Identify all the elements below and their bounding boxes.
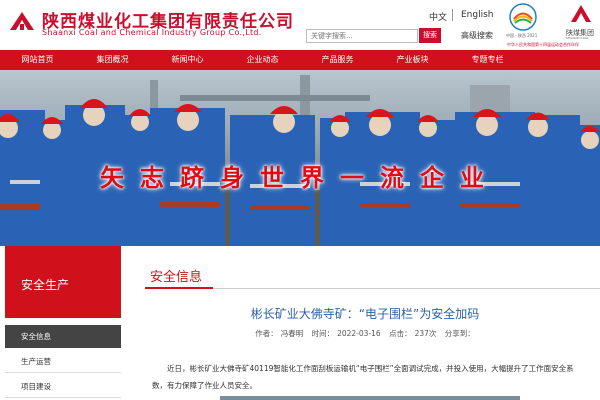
lang-chinese-link[interactable]: 中文 — [429, 10, 447, 23]
article-photo — [220, 396, 520, 400]
banner-slogan: 矢志跻身世界一流企业 — [100, 164, 500, 192]
nav-item-topics[interactable]: 专题专栏 — [450, 50, 525, 70]
author-value: 冯春明 — [280, 329, 304, 338]
site-header: 陕西煤业化工集团有限责任公司 Shaanxi Coal and Chemical… — [0, 0, 600, 50]
nav-item-news[interactable]: 新闻中心 — [150, 50, 225, 70]
brand-name-en: Shaanxi Coal and Chemical Industry Group… — [42, 28, 262, 37]
section-title: 安全信息 — [150, 270, 203, 285]
company-logo-icon[interactable] — [8, 8, 36, 34]
lang-english-link[interactable]: English — [461, 10, 494, 20]
search-button[interactable]: 搜索 — [419, 28, 441, 43]
sidebar-item-production[interactable]: 生产运营 — [5, 350, 121, 373]
games-emblem-icon — [509, 3, 537, 31]
author-label: 作者： — [255, 329, 278, 338]
clicks-value: 237次 — [414, 329, 437, 338]
group-emblem-icon — [571, 5, 591, 22]
clicks-label: 点击： — [389, 329, 412, 338]
article-body: 近日，彬长矿业大佛寺矿40119智能化工作面刮板运输机“电子围栏”全面调试完成，… — [152, 364, 574, 390]
lang-divider — [452, 9, 453, 21]
share-label[interactable]: 分享到： — [445, 329, 475, 338]
nav-item-products[interactable]: 产品服务 — [300, 50, 375, 70]
nav-item-overview[interactable]: 集团概况 — [75, 50, 150, 70]
section-divider-accent — [145, 287, 213, 289]
group-emblem-en-caption: SHAANXI COAL — [566, 36, 589, 40]
nav-item-dynamics[interactable]: 企业动态 — [225, 50, 300, 70]
time-label: 时间： — [311, 329, 335, 338]
nav-item-home[interactable]: 网站首页 — [0, 50, 75, 70]
search-input[interactable] — [306, 29, 418, 43]
games-emblem-caption: 中国 · 陕西 2021 — [506, 33, 538, 38]
main-nav: 网站首页 集团概况 新闻中心 企业动态 产品服务 产业板块 专题专栏 — [0, 50, 600, 70]
sidebar-item-safety-info[interactable]: 安全信息 — [5, 325, 121, 348]
article-title: 彬长矿业大佛寺矿：“电子围栏”为安全加码 — [250, 307, 480, 321]
hero-banner: 矢志跻身世界一流企业 — [0, 70, 600, 246]
article-meta: 作者： 冯春明 时间： 2022-03-16 点击： 237次 分享到： — [145, 328, 585, 339]
sidebar-title: 安全生产 — [21, 278, 70, 292]
nav-item-industries[interactable]: 产业板块 — [375, 50, 450, 70]
sidebar-header: 安全生产 — [5, 246, 121, 318]
section-divider — [145, 288, 600, 289]
sponsor-caption: 中华人民共和国第十四届运动会合作伙伴 — [507, 42, 579, 47]
advanced-search-link[interactable]: 高级搜索 — [461, 30, 493, 41]
time-value: 2022-03-16 — [337, 329, 381, 338]
sidebar-item-projects[interactable]: 项目建设 — [5, 375, 121, 398]
